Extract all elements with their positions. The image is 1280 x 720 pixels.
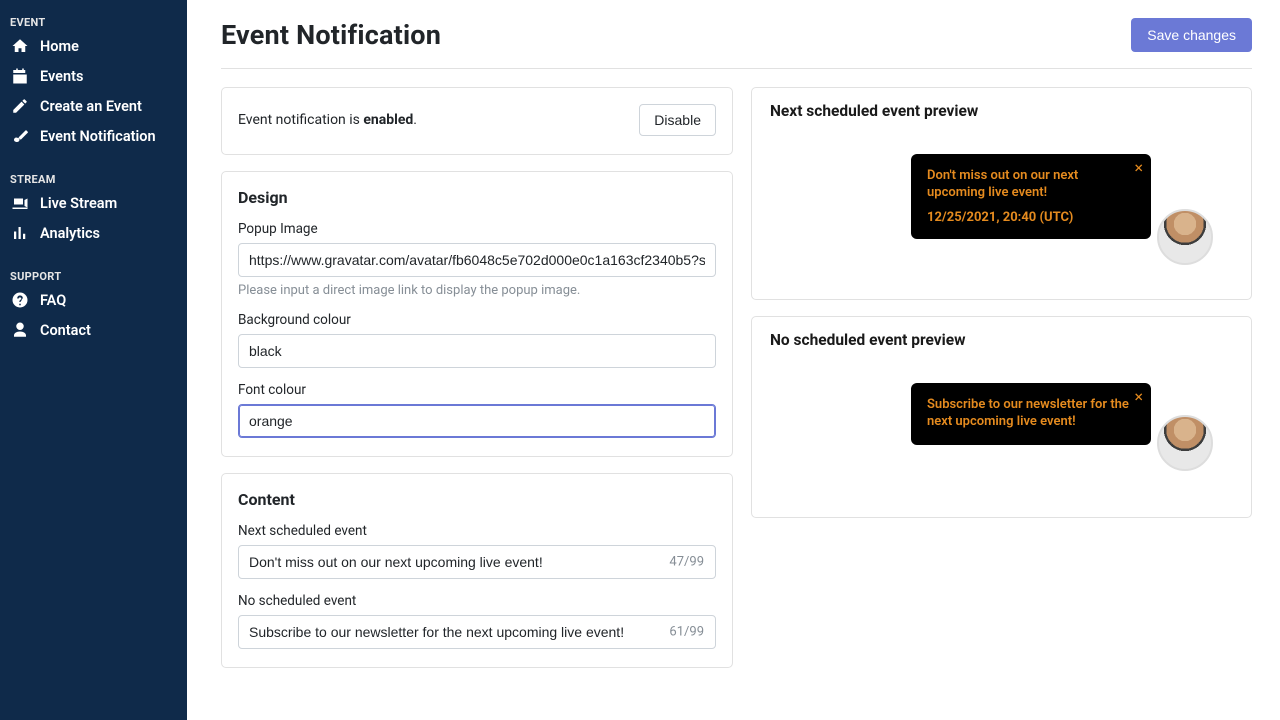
preview-next-popup: × Don't miss out on our next upcoming li… xyxy=(911,154,1151,239)
help-icon xyxy=(10,290,30,310)
preview-none-popup: × Subscribe to our newsletter for the ne… xyxy=(911,383,1151,445)
design-title: Design xyxy=(238,188,716,207)
calendar-icon xyxy=(10,66,30,86)
close-icon[interactable]: × xyxy=(1134,160,1143,176)
status-text: Event notification is enabled. xyxy=(238,112,417,128)
font-colour-input[interactable] xyxy=(238,404,716,438)
next-event-input[interactable] xyxy=(238,545,716,579)
popup-image-label: Popup Image xyxy=(238,221,716,237)
sidebar-item-create-event[interactable]: Create an Event xyxy=(0,91,187,121)
font-colour-label: Font colour xyxy=(238,382,716,398)
avatar xyxy=(1157,209,1213,265)
broadcast-icon xyxy=(10,193,30,213)
status-card: Event notification is enabled. Disable xyxy=(221,87,733,155)
bg-colour-label: Background colour xyxy=(238,312,716,328)
content-title: Content xyxy=(238,490,716,509)
content-card: Content Next scheduled event 47/99 No sc… xyxy=(221,473,733,668)
chart-icon xyxy=(10,223,30,243)
sidebar-section-event: EVENT xyxy=(0,10,187,31)
disable-button[interactable]: Disable xyxy=(639,104,716,136)
sidebar: EVENT Home Events Create an Event Event … xyxy=(0,0,187,720)
sidebar-section-support: SUPPORT xyxy=(0,264,187,285)
sidebar-item-label: Events xyxy=(40,68,83,85)
preview-next-time: 12/25/2021, 20:40 (UTC) xyxy=(927,210,1131,225)
sidebar-item-home[interactable]: Home xyxy=(0,31,187,61)
sidebar-item-label: Home xyxy=(40,38,79,55)
no-event-input[interactable] xyxy=(238,615,716,649)
popup-image-input[interactable] xyxy=(238,243,716,277)
brush-icon xyxy=(10,126,30,146)
sidebar-item-events[interactable]: Events xyxy=(0,61,187,91)
preview-none-message: Subscribe to our newsletter for the next… xyxy=(927,397,1131,431)
save-button[interactable]: Save changes xyxy=(1131,18,1252,52)
edit-icon xyxy=(10,96,30,116)
avatar xyxy=(1157,415,1213,471)
sidebar-item-analytics[interactable]: Analytics xyxy=(0,218,187,248)
preview-next-message: Don't miss out on our next upcoming live… xyxy=(927,168,1131,202)
sidebar-item-label: Event Notification xyxy=(40,128,156,145)
no-event-label: No scheduled event xyxy=(238,593,716,609)
close-icon[interactable]: × xyxy=(1134,389,1143,405)
design-card: Design Popup Image Please input a direct… xyxy=(221,171,733,457)
home-icon xyxy=(10,36,30,56)
sidebar-item-event-notification[interactable]: Event Notification xyxy=(0,121,187,151)
sidebar-item-label: Create an Event xyxy=(40,98,142,115)
page-title: Event Notification xyxy=(221,19,441,51)
bg-colour-input[interactable] xyxy=(238,334,716,368)
next-event-label: Next scheduled event xyxy=(238,523,716,539)
sidebar-item-label: Live Stream xyxy=(40,195,117,212)
sidebar-section-stream: STREAM xyxy=(0,167,187,188)
sidebar-item-faq[interactable]: FAQ xyxy=(0,285,187,315)
user-icon xyxy=(10,320,30,340)
preview-next-title: Next scheduled event preview xyxy=(770,102,1233,120)
popup-image-help: Please input a direct image link to disp… xyxy=(238,283,716,298)
sidebar-item-label: Analytics xyxy=(40,225,100,242)
sidebar-item-label: FAQ xyxy=(40,292,66,309)
sidebar-item-live-stream[interactable]: Live Stream xyxy=(0,188,187,218)
main: Event Notification Save changes Event no… xyxy=(187,0,1280,720)
sidebar-item-contact[interactable]: Contact xyxy=(0,315,187,345)
divider xyxy=(221,68,1252,69)
preview-none-card: No scheduled event preview × Subscribe t… xyxy=(751,316,1252,518)
preview-next-card: Next scheduled event preview × Don't mis… xyxy=(751,87,1252,300)
sidebar-item-label: Contact xyxy=(40,322,91,339)
preview-none-title: No scheduled event preview xyxy=(770,331,1233,349)
